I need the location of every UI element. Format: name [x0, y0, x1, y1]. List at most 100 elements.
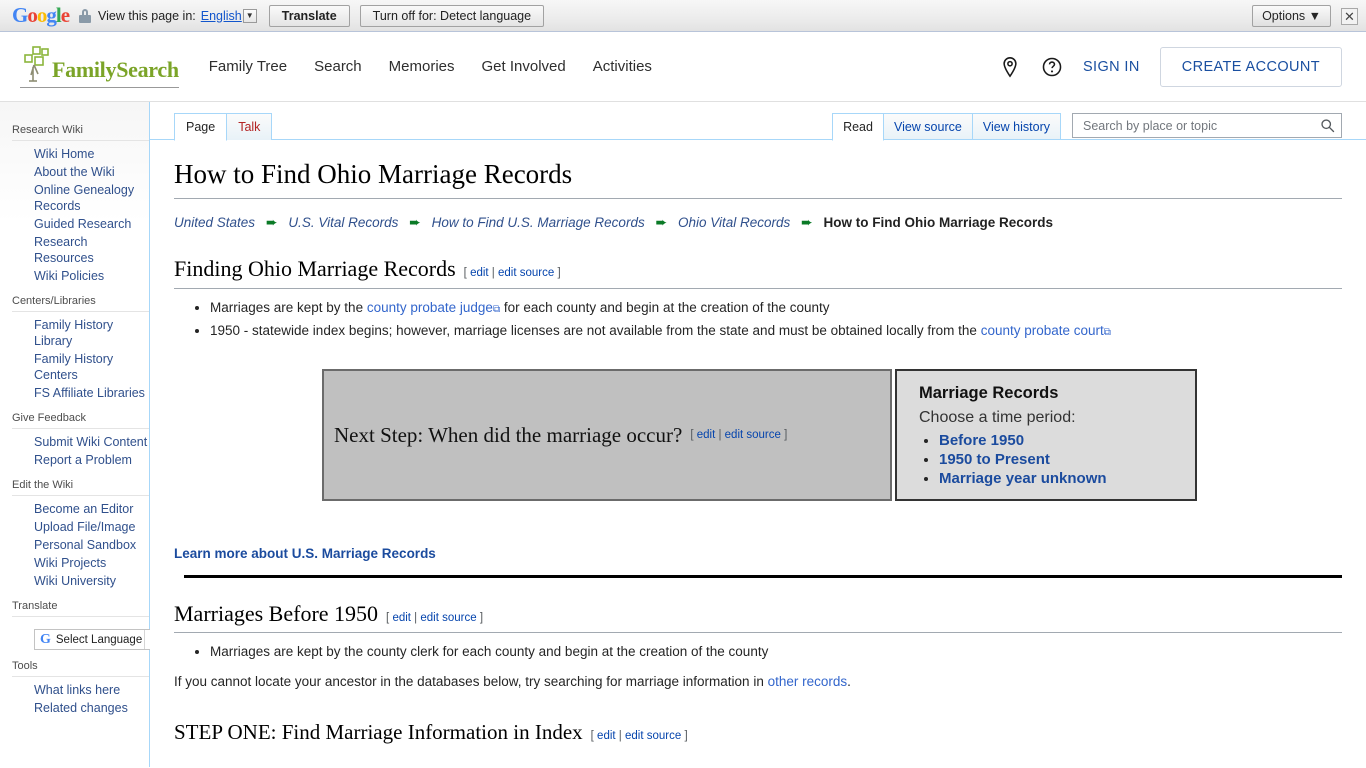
breadcrumb-item-how-to-find-us-marriage-records[interactable]: How to Find U.S. Marriage Records: [432, 215, 645, 230]
close-icon[interactable]: ✕: [1341, 7, 1358, 25]
search-input[interactable]: [1081, 117, 1320, 134]
sidebar-item-wiki-policies[interactable]: Wiki Policies: [12, 268, 149, 284]
sidebar-item-fs-affiliate-libraries[interactable]: FS Affiliate Libraries: [12, 385, 149, 401]
sidebar: Research Wiki Wiki Home About the Wiki O…: [0, 102, 152, 767]
sidebar-item-report-a-problem[interactable]: Report a Problem: [12, 452, 149, 468]
paragraph-pre: If you cannot locate your ancestor in th…: [174, 674, 768, 690]
article-body: How to Find Ohio Marriage Records United…: [150, 140, 1366, 746]
sidebar-item-upload-file-image[interactable]: Upload File/Image: [12, 519, 149, 535]
sidebar-item-wiki-projects[interactable]: Wiki Projects: [12, 555, 149, 571]
translate-prompt: View this page in:: [98, 8, 196, 23]
search-box[interactable]: [1072, 113, 1342, 138]
sidebar-section-title-translate: Translate: [12, 600, 58, 612]
tree-logo-icon: [24, 46, 49, 82]
translate-options-button[interactable]: Options ▼: [1252, 5, 1331, 27]
bullet-text: Marriages are kept by the county clerk f…: [210, 644, 769, 660]
edit-link[interactable]: edit: [697, 429, 716, 441]
county-probate-judge-link[interactable]: county probate judge: [367, 300, 493, 315]
sidebar-item-become-an-editor[interactable]: Become an Editor: [12, 501, 149, 517]
edit-link[interactable]: edit: [597, 730, 616, 742]
nav-family-tree[interactable]: Family Tree: [209, 58, 287, 75]
site-header: FamilySearch Family Tree Search Memories…: [0, 32, 1366, 102]
search-icon[interactable]: [1320, 118, 1335, 133]
sidebar-item-submit-wiki-content[interactable]: Submit Wiki Content: [12, 434, 149, 450]
familysearch-logo[interactable]: FamilySearch: [20, 45, 179, 88]
chevron-down-icon[interactable]: ▼: [242, 8, 257, 23]
section2-bullet-list: Marriages are kept by the county clerk f…: [174, 641, 1342, 663]
sidebar-translate-group: G Select Language: [12, 616, 152, 650]
list-item: Marriages are kept by the county clerk f…: [210, 641, 1342, 663]
translate-language-link[interactable]: English: [201, 9, 242, 23]
sidebar-list-centers-libraries: Family History Library Family History Ce…: [12, 311, 149, 402]
tab-page[interactable]: Page: [174, 113, 228, 141]
google-logo: Google: [12, 3, 70, 27]
sign-in-link[interactable]: SIGN IN: [1083, 59, 1140, 75]
nav-activities[interactable]: Activities: [593, 58, 652, 75]
nav-search[interactable]: Search: [314, 58, 362, 75]
learn-more-row: Learn more about U.S. Marriage Records: [174, 545, 1342, 561]
marriage-records-panel: Marriage Records Choose a time period: B…: [895, 369, 1197, 501]
lock-icon: [79, 8, 92, 23]
county-probate-court-link[interactable]: county probate court: [981, 323, 1104, 338]
link-1950-to-present[interactable]: 1950 to Present: [939, 451, 1050, 468]
nav-get-involved[interactable]: Get Involved: [482, 58, 566, 75]
sidebar-item-family-history-centers[interactable]: Family History Centers: [12, 351, 149, 383]
section-divider: [184, 574, 1342, 578]
header-actions: SIGN IN CREATE ACCOUNT: [999, 46, 1342, 87]
main-nav: Family Tree Search Memories Get Involved…: [209, 58, 652, 75]
brand-name: FamilySearch: [52, 57, 179, 82]
sidebar-item-guided-research[interactable]: Guided Research: [12, 216, 149, 232]
turn-off-translate-button[interactable]: Turn off for: Detect language: [359, 4, 545, 27]
section-heading-text: Marriages Before 1950: [174, 600, 379, 626]
google-translate-bar: Google View this page in: English ▼ Tran…: [0, 0, 1366, 32]
edit-source-link[interactable]: edit source: [498, 267, 554, 279]
sidebar-item-what-links-here[interactable]: What links here: [12, 682, 149, 698]
sidebar-item-research-resources[interactable]: Research Resources: [12, 234, 149, 266]
list-item: Before 1950: [939, 432, 1181, 449]
main-content: Page Talk Read View source View history …: [150, 102, 1366, 767]
sidebar-item-personal-sandbox[interactable]: Personal Sandbox: [12, 537, 149, 553]
tab-read[interactable]: Read: [832, 113, 884, 141]
sidebar-item-online-genealogy-records[interactable]: Online Genealogy Records: [12, 182, 149, 214]
other-records-link[interactable]: other records: [768, 674, 848, 689]
sidebar-item-family-history-library[interactable]: Family History Library: [12, 317, 149, 349]
tab-bar-right: Read View source View history: [832, 113, 1342, 141]
help-circle-icon[interactable]: [1041, 56, 1063, 78]
sidebar-item-related-changes[interactable]: Related changes: [12, 700, 149, 716]
map-pin-icon[interactable]: [999, 56, 1021, 78]
list-item: 1950 - statewide index begins; however, …: [210, 320, 1342, 342]
breadcrumb-item-current: How to Find Ohio Marriage Records: [823, 214, 1054, 230]
tab-view-history[interactable]: View history: [971, 113, 1061, 140]
edit-source-link[interactable]: edit source: [420, 612, 476, 624]
breadcrumb-item-united-states[interactable]: United States: [174, 215, 255, 230]
google-g-icon: G: [40, 631, 51, 647]
edit-links: [ edit | edit source ]: [386, 611, 484, 624]
learn-more-link[interactable]: Learn more about U.S. Marriage Records: [174, 546, 436, 561]
section-heading-text: STEP ONE: Find Marriage Information in I…: [174, 719, 583, 744]
edit-source-link[interactable]: edit source: [625, 730, 681, 742]
translate-button[interactable]: Translate: [268, 4, 350, 27]
bullet-text-pre: Marriages are kept by the: [210, 299, 367, 315]
sidebar-item-about-the-wiki[interactable]: About the Wiki: [12, 164, 149, 180]
tab-view-source[interactable]: View source: [882, 113, 973, 140]
section-heading-marriages-before-1950: Marriages Before 1950 [ edit | edit sourc…: [174, 600, 1342, 634]
external-link-icon: ⧉: [492, 303, 501, 315]
nav-memories[interactable]: Memories: [389, 58, 455, 75]
edit-link[interactable]: edit: [470, 267, 489, 279]
list-item: Marriages are kept by the county probate…: [210, 297, 1342, 319]
sidebar-item-wiki-university[interactable]: Wiki University: [12, 573, 149, 589]
sidebar-item-wiki-home[interactable]: Wiki Home: [12, 146, 149, 162]
breadcrumb-arrow-icon: ➨: [265, 213, 278, 230]
tab-talk[interactable]: Talk: [226, 113, 273, 140]
link-marriage-year-unknown[interactable]: Marriage year unknown: [939, 470, 1107, 487]
sidebar-section-title-research-wiki: Research Wiki: [12, 124, 83, 136]
create-account-button[interactable]: CREATE ACCOUNT: [1159, 46, 1342, 87]
edit-source-link[interactable]: edit source: [725, 429, 781, 441]
sidebar-list-give-feedback: Submit Wiki Content Report a Problem: [12, 428, 149, 469]
breadcrumb-item-us-vital-records[interactable]: U.S. Vital Records: [288, 215, 398, 230]
edit-link[interactable]: edit: [392, 612, 411, 624]
link-before-1950[interactable]: Before 1950: [939, 432, 1024, 449]
sidebar-section-title-tools: Tools: [12, 660, 38, 672]
breadcrumb-item-ohio-vital-records[interactable]: Ohio Vital Records: [678, 215, 790, 230]
select-language-widget[interactable]: G Select Language: [34, 629, 152, 650]
